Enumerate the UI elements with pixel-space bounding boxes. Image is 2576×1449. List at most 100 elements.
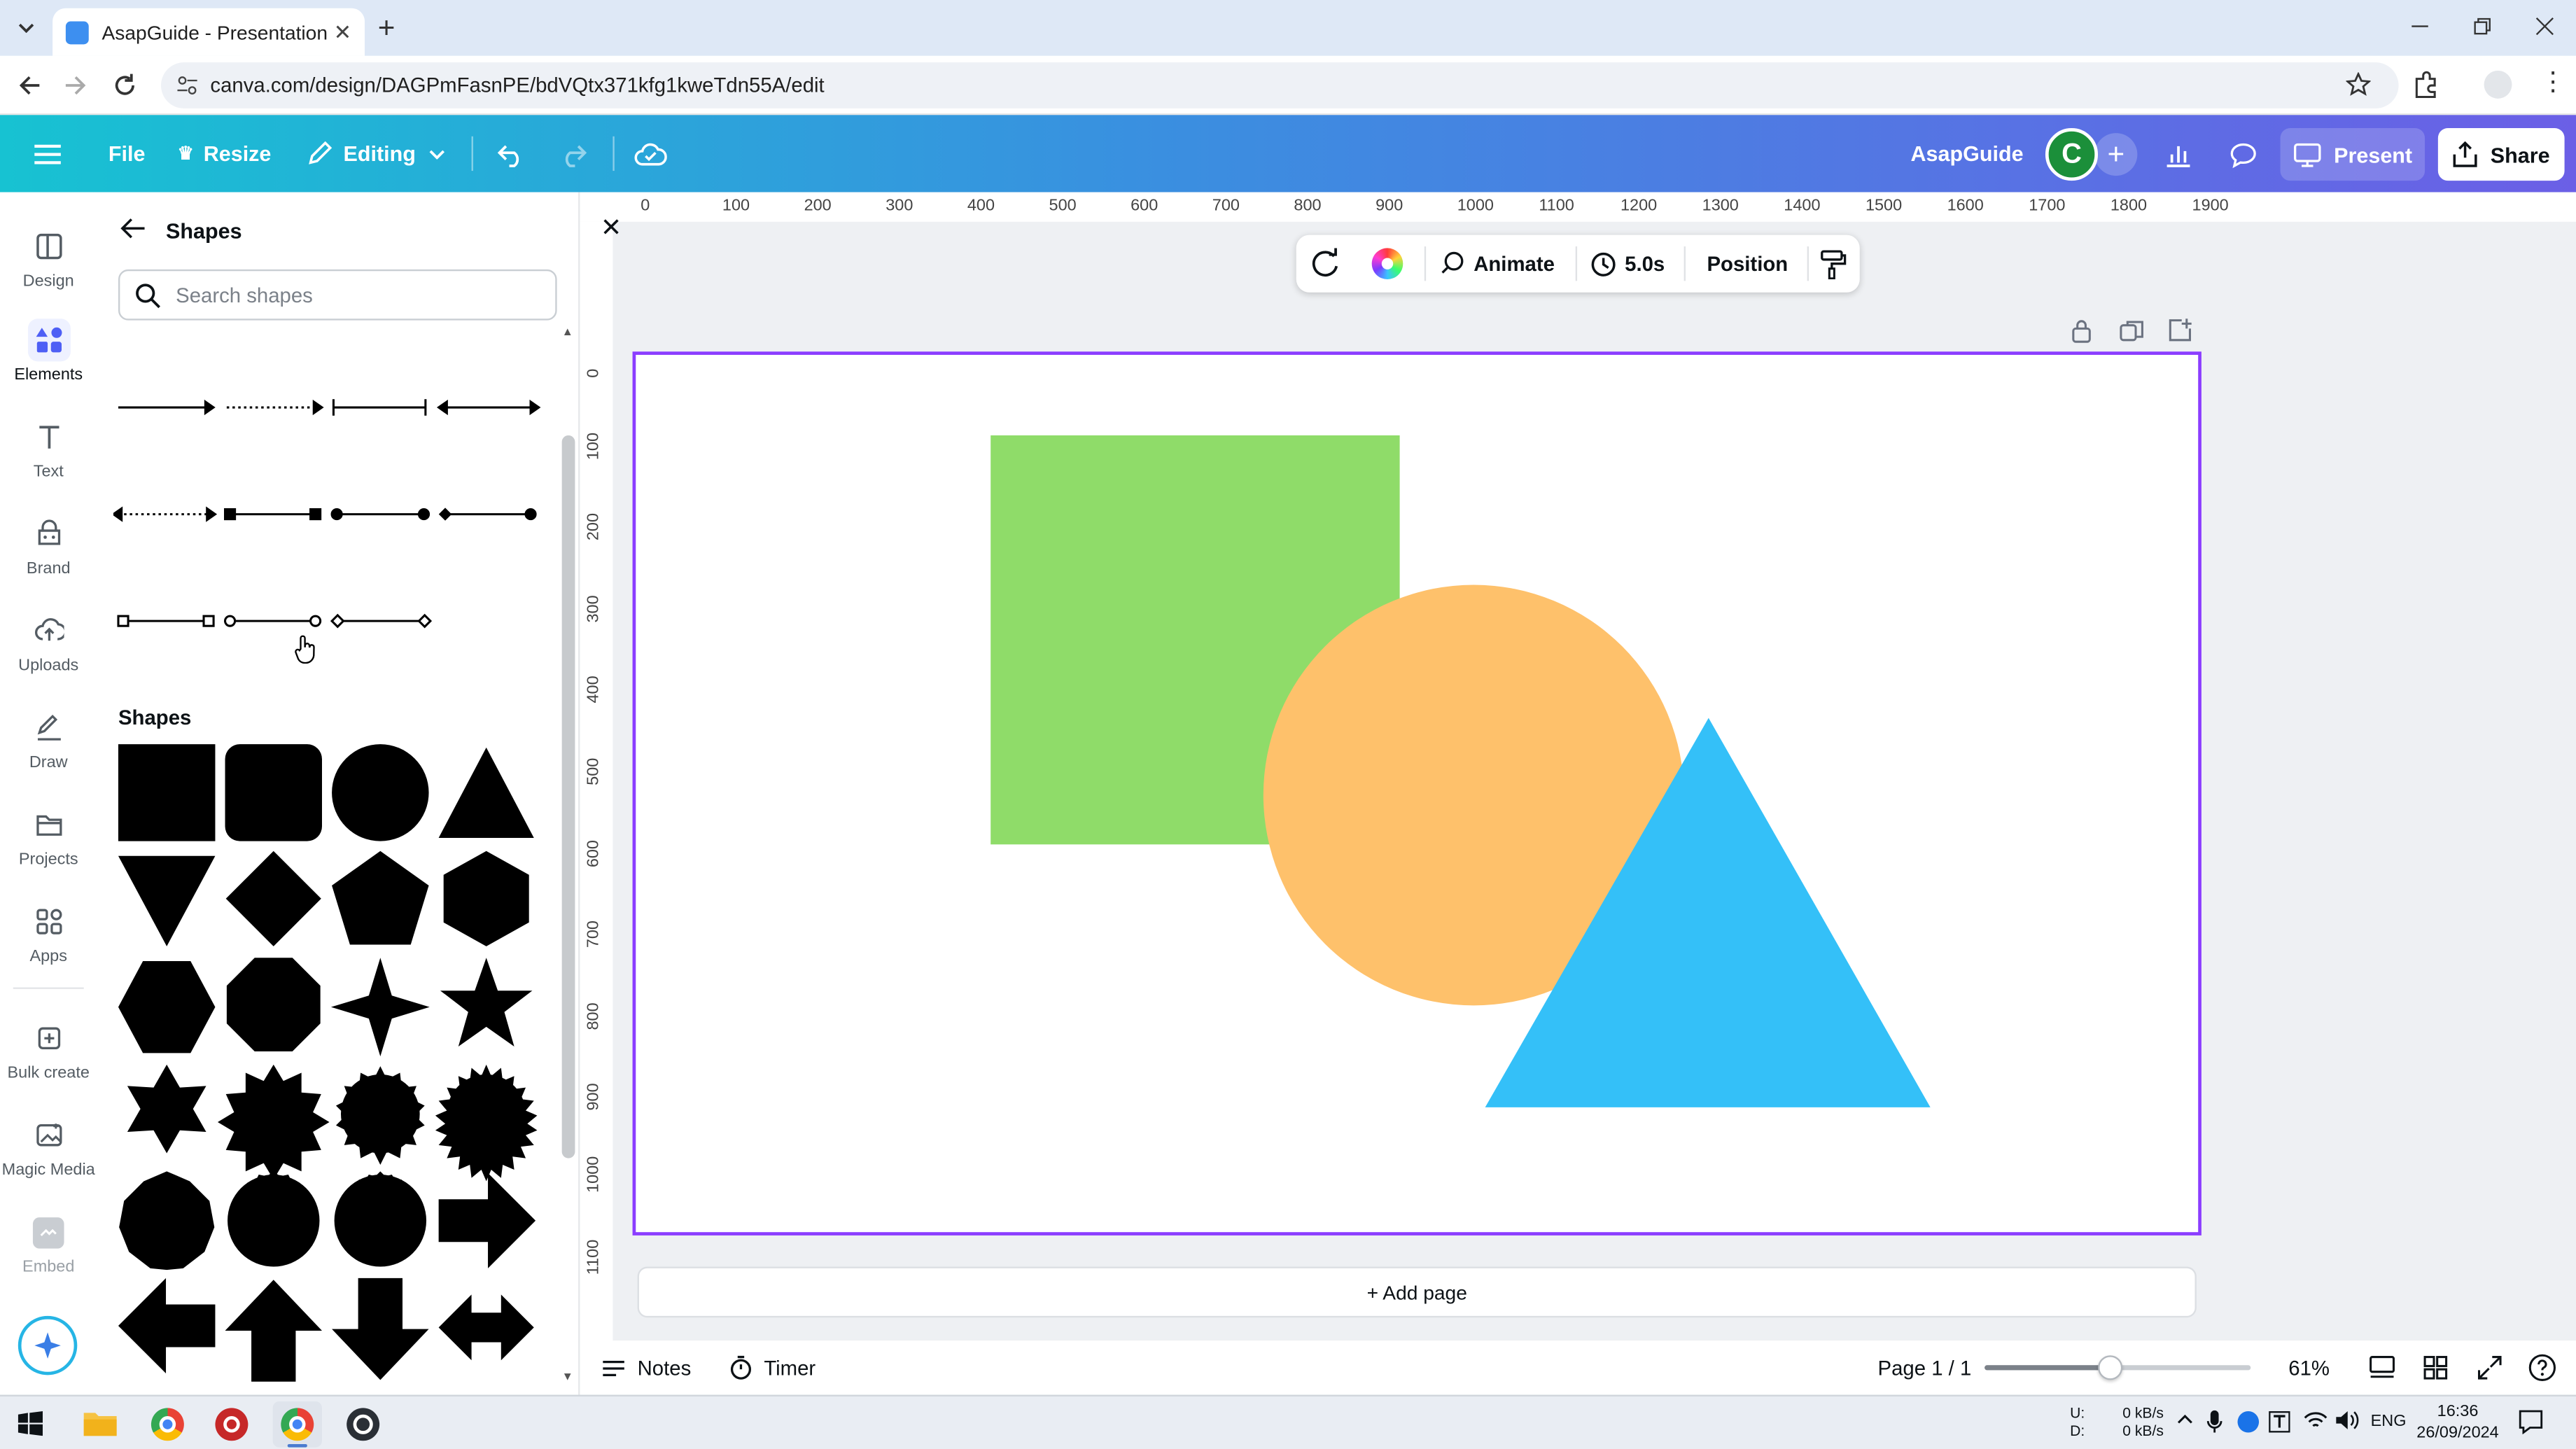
file-explorer-icon[interactable]: [82, 1408, 118, 1437]
rail-item-apps[interactable]: Apps: [0, 900, 97, 966]
site-settings-icon[interactable]: [176, 74, 199, 97]
user-avatar[interactable]: C: [2045, 128, 2099, 181]
new-tab-icon[interactable]: +: [378, 13, 396, 43]
undo-icon[interactable]: [496, 115, 526, 192]
scrollbar-thumb[interactable]: [561, 435, 575, 1158]
shape-square[interactable]: [118, 744, 216, 841]
minimize-icon[interactable]: [2410, 16, 2430, 36]
notifications-icon[interactable]: [2519, 1410, 2543, 1434]
shape-pentagon[interactable]: [332, 850, 429, 945]
restore-icon[interactable]: [2472, 16, 2492, 36]
shape-five-point-star[interactable]: [440, 958, 533, 1047]
rail-item-design[interactable]: Design: [0, 225, 97, 290]
resize-button[interactable]: ♛ Resize: [177, 115, 271, 192]
shape-arrow-right[interactable]: [438, 1172, 536, 1268]
shape-four-point-star[interactable]: [330, 958, 430, 1057]
shape-diamond[interactable]: [225, 850, 321, 946]
shape-eight-point-star[interactable]: [217, 1064, 330, 1180]
shape-inverted-triangle[interactable]: [118, 855, 216, 946]
scroll-up-icon[interactable]: ▲: [562, 327, 573, 338]
tab-search-chevron-icon[interactable]: [10, 13, 43, 43]
line-hollow-diamond-ends[interactable]: [330, 613, 433, 629]
rail-item-brand[interactable]: Brand: [0, 512, 97, 578]
shape-six-point-star[interactable]: [127, 1064, 206, 1154]
cloud-save-icon[interactable]: [634, 115, 667, 192]
chrome-active-taskbar-button[interactable]: [272, 1401, 323, 1448]
profile-avatar[interactable]: [2484, 70, 2512, 99]
rail-item-draw[interactable]: Draw: [0, 706, 97, 772]
line-arrow[interactable]: [118, 399, 216, 416]
present-button[interactable]: Present: [2280, 128, 2426, 181]
design-page[interactable]: [632, 351, 2202, 1236]
help-icon[interactable]: [2528, 1354, 2556, 1382]
windows-start-icon[interactable]: [18, 1411, 43, 1436]
tray-tool-icon[interactable]: [2269, 1411, 2290, 1433]
line-bar-ends[interactable]: [332, 399, 427, 416]
notes-button[interactable]: Notes: [601, 1340, 691, 1394]
lock-page-icon[interactable]: [2070, 318, 2093, 343]
line-diamond-circle[interactable]: [438, 507, 537, 521]
line-hollow-circle-ends[interactable]: [224, 615, 322, 627]
add-page-icon[interactable]: [2167, 317, 2192, 342]
extensions-icon[interactable]: [2412, 71, 2440, 99]
insights-chart-icon[interactable]: [2152, 128, 2204, 181]
wifi-icon[interactable]: [2303, 1410, 2328, 1432]
grid-view-icon[interactable]: [2423, 1355, 2448, 1380]
fullscreen-icon[interactable]: [2477, 1355, 2502, 1380]
add-page-button[interactable]: + Add page: [637, 1266, 2197, 1318]
panel-back-icon[interactable]: [120, 217, 146, 240]
rail-item-magic-media[interactable]: Magic Media: [0, 1114, 97, 1180]
share-button[interactable]: Share: [2437, 128, 2565, 181]
line-square-ends[interactable]: [224, 508, 322, 521]
line-double-arrow[interactable]: [436, 399, 541, 416]
duplicate-page-icon[interactable]: [2120, 318, 2144, 343]
rail-item-uploads[interactable]: Uploads: [0, 610, 97, 676]
animate-button[interactable]: Animate: [1439, 235, 1555, 293]
rail-item-bulk-create[interactable]: Bulk create: [0, 1017, 97, 1083]
line-circle-ends[interactable]: [330, 508, 430, 521]
shape-arrow-left[interactable]: [118, 1278, 216, 1374]
bookmark-star-icon[interactable]: [2346, 72, 2371, 97]
url-field[interactable]: canva.com/design/DAGPmFasnPE/bdVQtx371kf…: [161, 62, 2399, 108]
tray-chevron-up-icon[interactable]: [2177, 1414, 2193, 1424]
microphone-icon[interactable]: [2206, 1410, 2222, 1434]
shape-circle[interactable]: [332, 744, 429, 841]
obs-app-icon[interactable]: [346, 1408, 380, 1441]
close-panel-icon[interactable]: [595, 210, 628, 243]
shape-heptagon-star[interactable]: [119, 1171, 215, 1270]
zoom-slider[interactable]: [1984, 1355, 2251, 1380]
panel-scrollbar[interactable]: ▲ ▼: [559, 323, 578, 1392]
search-input[interactable]: Search shapes: [118, 269, 557, 321]
shape-octagon[interactable]: [226, 958, 321, 1052]
shape-arrow-down[interactable]: [332, 1278, 429, 1380]
shape-arrow-up[interactable]: [225, 1280, 323, 1382]
clock[interactable]: 16:36 26/09/2024: [2412, 1401, 2503, 1444]
line-dotted-arrow[interactable]: [226, 399, 324, 416]
rail-item-projects[interactable]: Projects: [0, 804, 97, 869]
zoom-level[interactable]: 61%: [2288, 1340, 2330, 1394]
volume-icon[interactable]: [2334, 1410, 2359, 1432]
line-hollow-square-ends[interactable]: [117, 615, 215, 627]
tab-close-icon[interactable]: ✕: [334, 19, 352, 46]
shape-rounded-square[interactable]: [225, 744, 323, 841]
forward-icon[interactable]: [62, 72, 89, 99]
page-indicator[interactable]: Page 1 / 1: [1878, 1340, 1972, 1394]
paint-roller-icon[interactable]: [1820, 250, 1847, 279]
timer-button[interactable]: Timer: [729, 1340, 816, 1394]
back-icon[interactable]: [16, 72, 43, 99]
edit-loop-icon[interactable]: [1310, 248, 1341, 279]
magic-assistant-button[interactable]: [18, 1315, 78, 1376]
main-menu-icon[interactable]: [33, 115, 62, 192]
redo-icon[interactable]: [559, 115, 588, 192]
line-dotted-double-arrow[interactable]: [113, 506, 218, 522]
duration-button[interactable]: 5.0s: [1590, 235, 1665, 293]
invite-plus-icon[interactable]: +: [2094, 133, 2138, 176]
file-menu-button[interactable]: File: [108, 115, 146, 192]
scroll-down-icon[interactable]: ▼: [562, 1372, 573, 1383]
comment-icon[interactable]: [2216, 128, 2269, 181]
pages-view-icon[interactable]: [2369, 1355, 2395, 1380]
editing-mode-button[interactable]: Editing: [307, 115, 445, 192]
tray-app-icon[interactable]: [2237, 1411, 2260, 1433]
recorder-app-icon[interactable]: [215, 1408, 248, 1441]
rail-item-elements[interactable]: Elements: [0, 318, 97, 384]
